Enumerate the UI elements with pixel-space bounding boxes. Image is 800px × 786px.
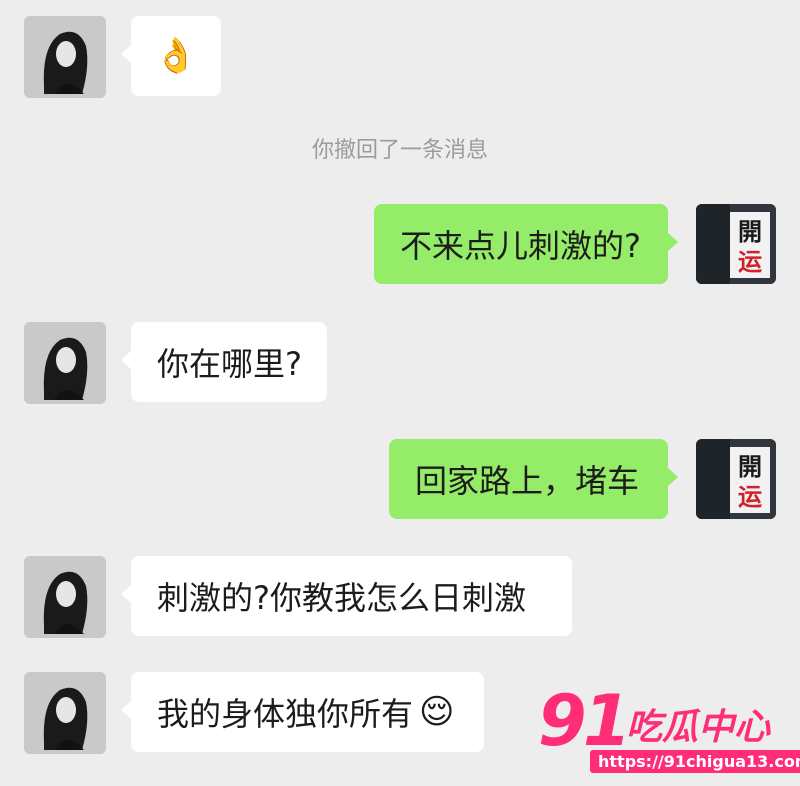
message-text: 不来点儿刺激的? xyxy=(400,227,641,265)
message-bubble-incoming[interactable]: 刺激的?你教我怎么日刺激 xyxy=(121,556,572,636)
woman-portrait-icon xyxy=(24,322,106,404)
watermark-url: https://91chigua13.com/ xyxy=(590,750,800,773)
watermark-logo: 91 吃瓜中心 https://91chigua13.com/ xyxy=(538,680,800,776)
contact-avatar[interactable] xyxy=(24,16,106,98)
message-bubble-incoming[interactable]: 👌 xyxy=(121,16,221,96)
svg-text:開: 開 xyxy=(738,218,762,246)
recall-notice: 你撤回了一条消息 xyxy=(311,138,488,163)
message-text: 我的身体独你所有 xyxy=(157,695,414,733)
message-bubble-outgoing[interactable]: 不来点儿刺激的? xyxy=(374,204,678,284)
message-text: 回家路上，堵车 xyxy=(415,462,640,500)
watermark-name: 吃瓜中心 xyxy=(626,707,771,748)
message-text: 你在哪里? xyxy=(157,345,302,383)
message-bubble-incoming[interactable]: 你在哪里? xyxy=(121,322,327,402)
message-bubble-incoming[interactable]: 我的身体独你所有 😌 xyxy=(121,672,484,752)
woman-portrait-icon xyxy=(24,16,106,98)
my-avatar[interactable]: 開 运 xyxy=(696,204,776,284)
my-avatar[interactable]: 開 运 xyxy=(696,439,776,519)
relieved-face-icon: 😌 xyxy=(419,692,455,732)
svg-text:运: 运 xyxy=(738,248,762,276)
watermark-number: 91 xyxy=(538,680,631,762)
ok-hand-icon: 👌 xyxy=(154,36,198,76)
message-text: 刺激的?你教我怎么日刺激 xyxy=(157,579,526,617)
sign-photo-icon: 開 运 xyxy=(696,439,776,519)
svg-text:開: 開 xyxy=(738,453,762,481)
chat-window: 👌 你撤回了一条消息 不来点儿刺激的? 開 运 你在哪里? 回家路上，堵车 開 … xyxy=(0,0,800,786)
contact-avatar[interactable] xyxy=(24,672,106,754)
sign-photo-icon: 開 运 xyxy=(696,204,776,284)
message-bubble-outgoing[interactable]: 回家路上，堵车 xyxy=(389,439,678,519)
contact-avatar[interactable] xyxy=(24,556,106,638)
woman-portrait-icon xyxy=(24,556,106,638)
svg-text:运: 运 xyxy=(738,483,762,511)
woman-portrait-icon xyxy=(24,672,106,754)
contact-avatar[interactable] xyxy=(24,322,106,404)
